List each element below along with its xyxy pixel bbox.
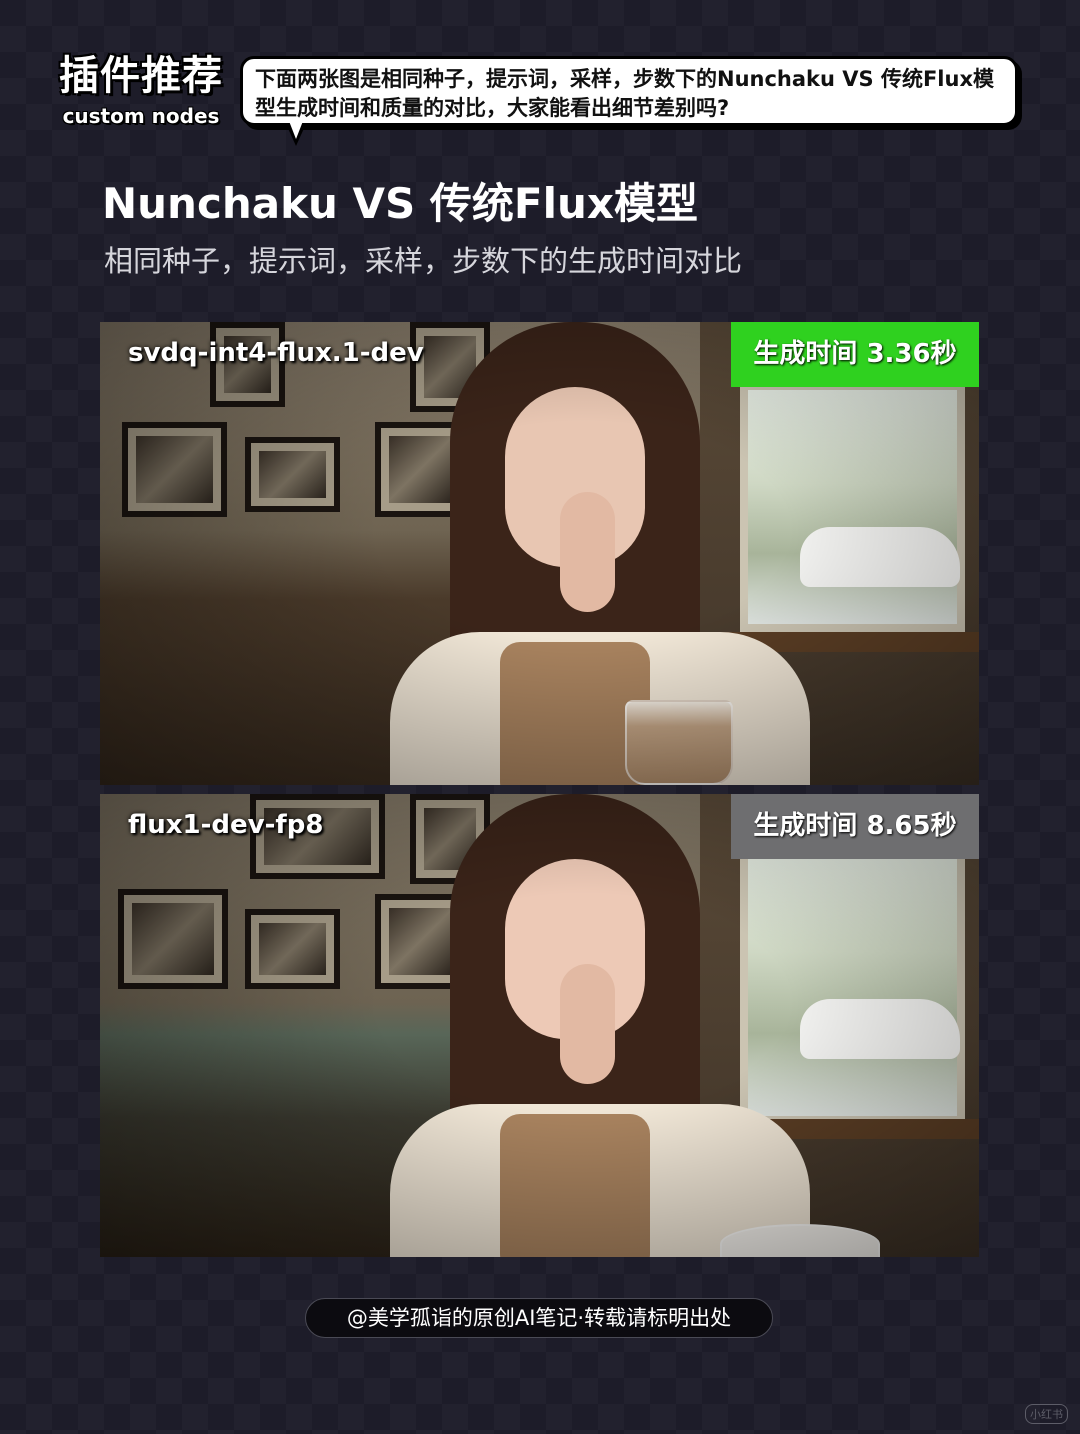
credit-footer: @美学孤诣的原创AI笔记·转载请标明出处 xyxy=(305,1298,773,1338)
badge-title: 插件推荐 xyxy=(59,53,223,99)
vignette xyxy=(100,322,979,785)
bubble-text: 下面两张图是相同种子，提示词，采样，步数下的Nunchaku VS 传统Flux… xyxy=(255,67,994,120)
custom-nodes-badge: 插件推荐 custom nodes xyxy=(52,50,230,136)
badge-subtitle: custom nodes xyxy=(62,104,220,128)
comparison-image-2: flux1-dev-fp8 生成时间 8.65秒 xyxy=(100,794,979,1257)
credit-text: @美学孤诣的原创AI笔记·转载请标明出处 xyxy=(346,1306,732,1330)
model-label: svdq-int4-flux.1-dev xyxy=(128,338,424,368)
speech-bubble: 下面两张图是相同种子，提示词，采样，步数下的Nunchaku VS 传统Flux… xyxy=(240,56,1018,126)
platform-watermark: 小红书 xyxy=(1025,1404,1068,1424)
model-label: flux1-dev-fp8 xyxy=(128,810,324,840)
bubble-tail-inner xyxy=(289,121,303,139)
comparison-image-1: svdq-int4-flux.1-dev 生成时间 3.36秒 xyxy=(100,322,979,785)
generation-time-badge: 生成时间 3.36秒 xyxy=(731,322,979,387)
cafe-scene-illustration xyxy=(100,322,979,785)
vignette xyxy=(100,794,979,1257)
page-subtitle: 相同种子，提示词，采样，步数下的生成时间对比 xyxy=(104,244,743,278)
generation-time-badge: 生成时间 8.65秒 xyxy=(731,794,979,859)
page-title: Nunchaku VS 传统Flux模型 xyxy=(102,179,698,228)
cafe-scene-illustration xyxy=(100,794,979,1257)
